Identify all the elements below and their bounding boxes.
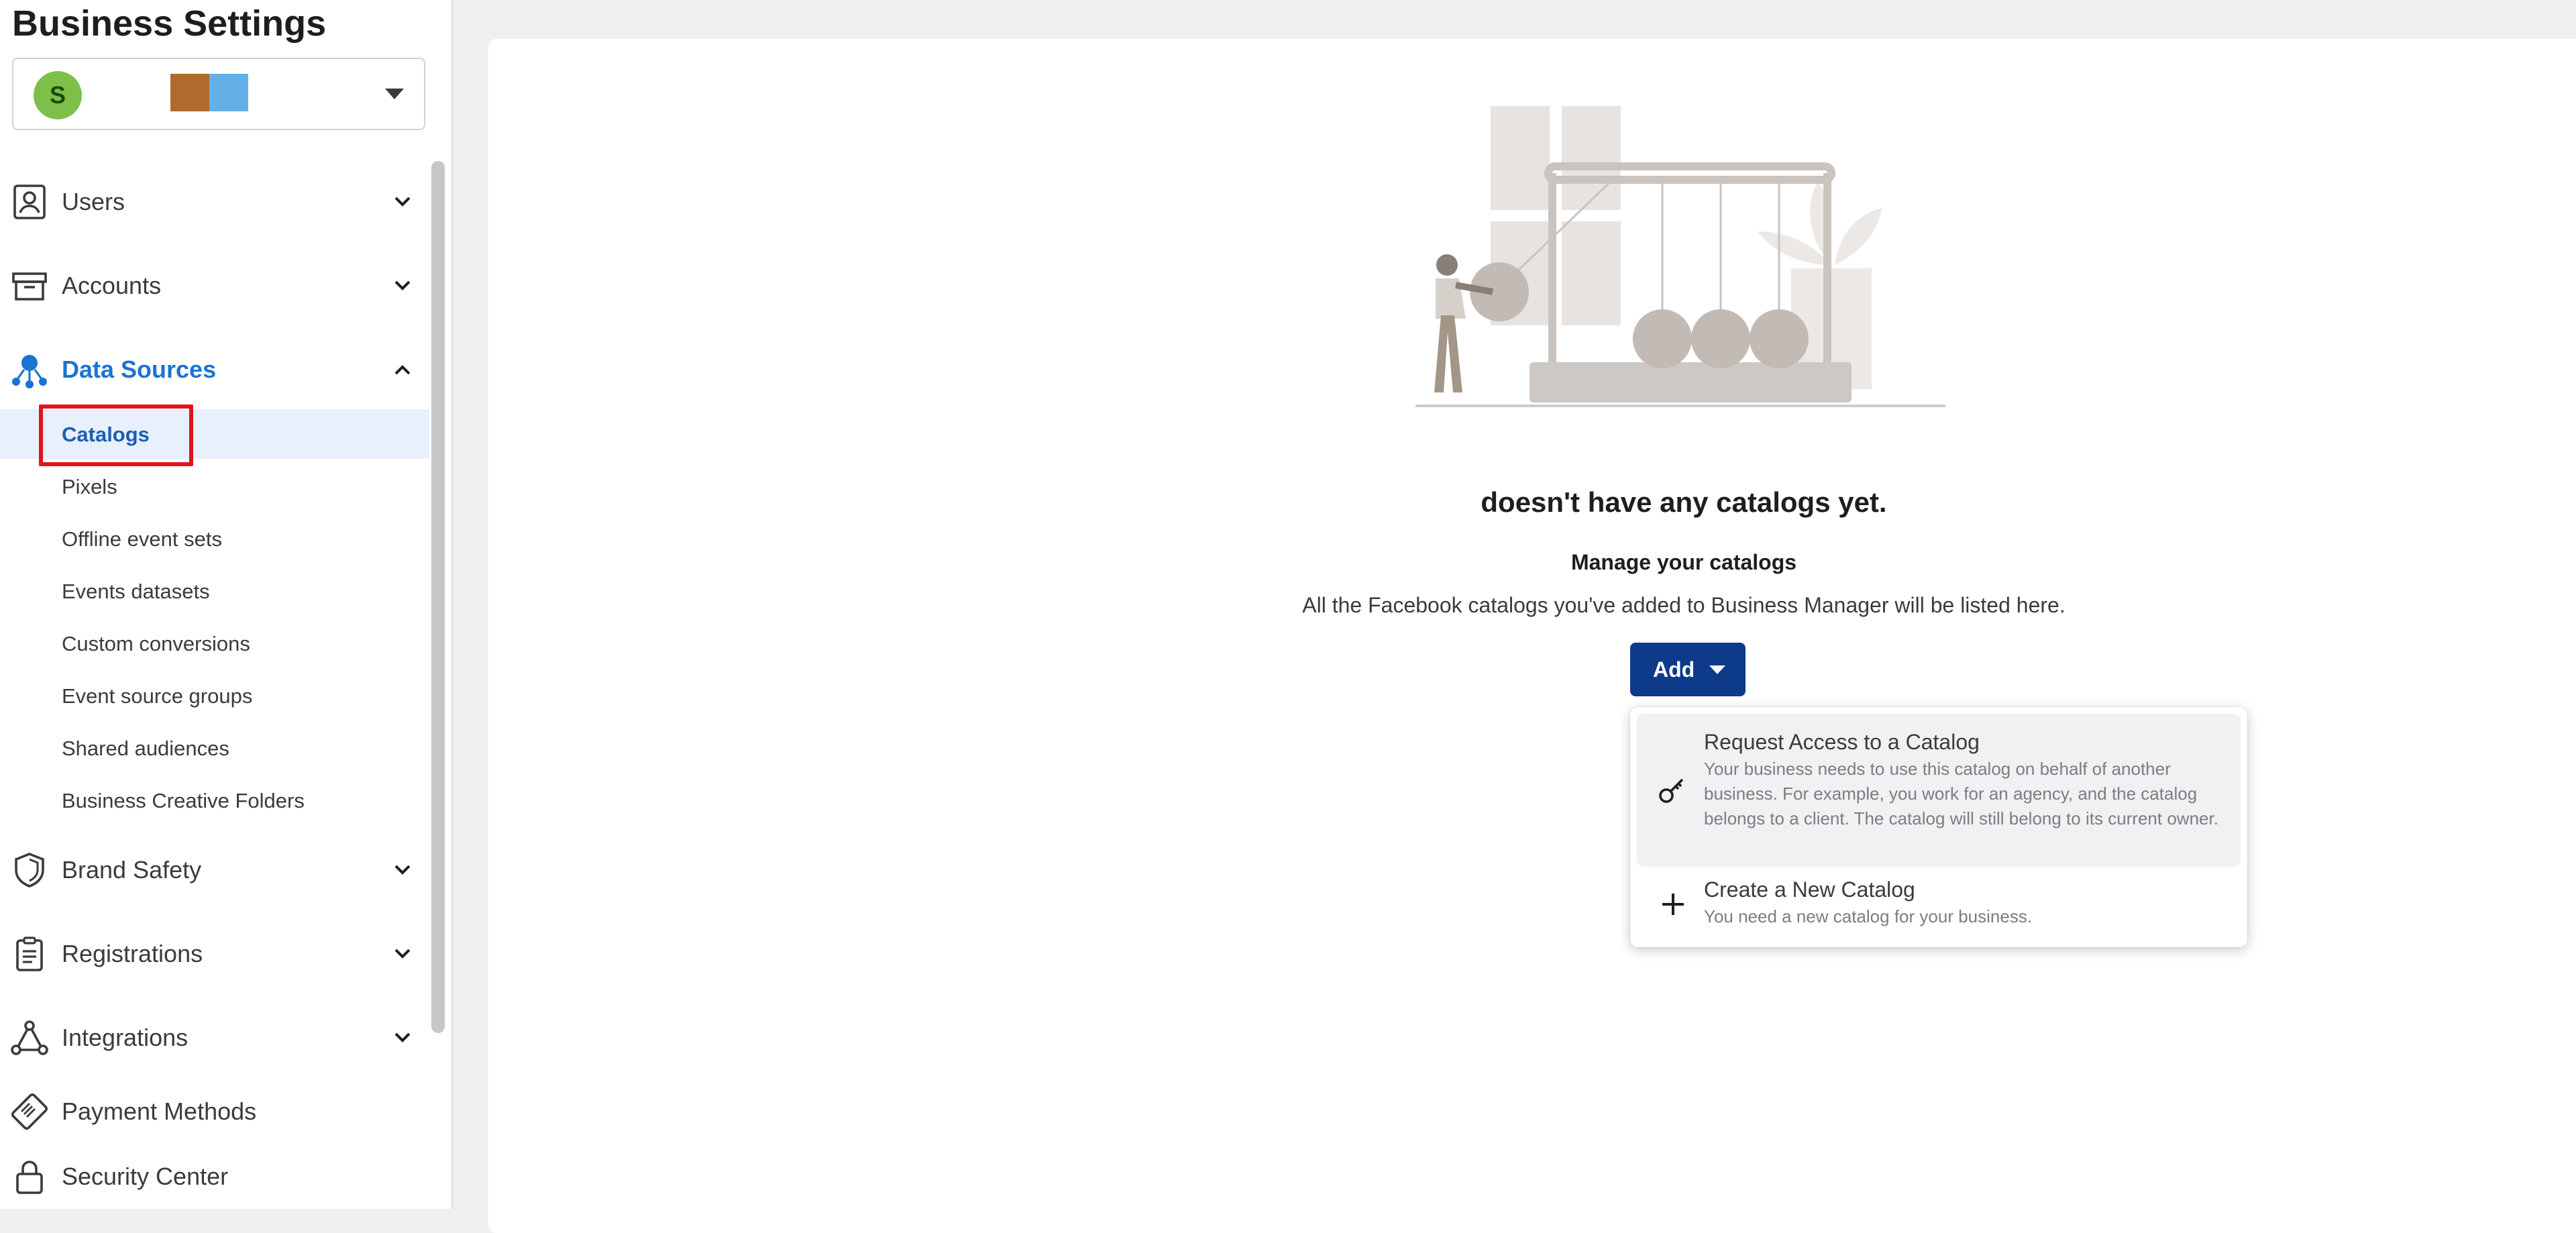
archive-box-icon bbox=[12, 272, 47, 301]
sidebar-item-label: Users bbox=[62, 188, 125, 215]
shield-icon bbox=[15, 853, 44, 888]
sidebar-item-integrations[interactable]: Integrations bbox=[0, 1004, 429, 1071]
menu-item-description: You need a new catalog for your business… bbox=[1704, 906, 2033, 926]
empty-state-illustration bbox=[1415, 106, 1945, 407]
sidebar-subitem-label: Business Creative Folders bbox=[62, 789, 305, 812]
sidebar-subitem-shared-audiences[interactable]: Shared audiences bbox=[0, 723, 429, 773]
key-icon bbox=[1659, 778, 1684, 803]
chevron-down-icon bbox=[394, 1032, 411, 1042]
add-button[interactable]: Add bbox=[1630, 643, 1746, 696]
sidebar-subitem-offline-event-sets[interactable]: Offline event sets bbox=[0, 514, 429, 564]
sidebar-item-data-sources[interactable]: Data Sources bbox=[0, 336, 429, 403]
menu-item-title: Request Access to a Catalog bbox=[1704, 730, 1980, 754]
business-logo bbox=[170, 74, 248, 111]
caret-down-icon bbox=[1709, 665, 1725, 674]
chevron-up-icon bbox=[394, 365, 411, 375]
sidebar-subitem-label: Offline event sets bbox=[62, 527, 222, 551]
sidebar-subitem-label: Shared audiences bbox=[62, 737, 229, 760]
sidebar-subitem-label: Custom conversions bbox=[62, 632, 250, 655]
chevron-down-icon bbox=[394, 865, 411, 875]
business-selector[interactable]: S bbox=[12, 58, 425, 130]
sidebar-item-label: Security Center bbox=[62, 1163, 229, 1190]
data-sources-icon bbox=[12, 355, 47, 388]
sidebar-item-label: Registrations bbox=[62, 940, 203, 967]
sidebar-item-label: Integrations bbox=[62, 1024, 189, 1051]
sidebar-item-security-center[interactable]: Security Center bbox=[0, 1143, 429, 1210]
chevron-down-icon bbox=[394, 197, 411, 207]
sidebar-subitem-event-source-groups[interactable]: Event source groups bbox=[0, 671, 429, 720]
sidebar-subitem-events-datasets[interactable]: Events datasets bbox=[0, 566, 429, 616]
add-dropdown-menu: Request Access to a Catalog Your busines… bbox=[1630, 707, 2247, 947]
sidebar-item-users[interactable]: Users bbox=[0, 168, 429, 235]
business-avatar: S bbox=[34, 71, 82, 119]
sidebar-item-label: Accounts bbox=[62, 272, 162, 299]
page-title: Business Settings bbox=[12, 3, 327, 44]
sidebar-item-label: Data Sources bbox=[62, 356, 217, 383]
sidebar-subitem-label: Pixels bbox=[62, 475, 117, 498]
integrations-icon bbox=[11, 1020, 48, 1055]
chevron-down-icon bbox=[394, 280, 411, 290]
sidebar-subitem-label: Event source groups bbox=[62, 684, 253, 708]
add-button-label: Add bbox=[1653, 657, 1695, 682]
sidebar-subitem-label: Events datasets bbox=[62, 580, 210, 603]
sidebar-item-accounts[interactable]: Accounts bbox=[0, 252, 429, 319]
menu-item-create-catalog[interactable]: Create a New Catalog You need a new cata… bbox=[1637, 868, 2241, 939]
menu-item-request-access[interactable]: Request Access to a Catalog Your busines… bbox=[1637, 714, 2241, 867]
credit-card-icon bbox=[11, 1093, 48, 1130]
empty-state-title: doesn't have any catalogs yet. bbox=[1481, 486, 1887, 518]
lock-icon bbox=[16, 1161, 43, 1194]
sidebar-subitem-business-creative-folders[interactable]: Business Creative Folders bbox=[0, 775, 429, 825]
sidebar-item-payment-methods[interactable]: Payment Methods bbox=[0, 1078, 429, 1145]
menu-item-title: Create a New Catalog bbox=[1704, 877, 1915, 902]
sidebar-item-label: Brand Safety bbox=[62, 856, 202, 883]
chevron-down-icon bbox=[394, 949, 411, 959]
sidebar: Business Settings S Users Accounts Data … bbox=[0, 0, 453, 1209]
sidebar-item-registrations[interactable]: Registrations bbox=[0, 920, 429, 987]
sidebar-scrollbar[interactable] bbox=[431, 161, 445, 1033]
empty-state-description: All the Facebook catalogs you've added t… bbox=[1302, 593, 2065, 617]
sidebar-item-label: Payment Methods bbox=[62, 1097, 257, 1125]
caret-down-icon bbox=[385, 89, 404, 99]
sidebar-subitem-custom-conversions[interactable]: Custom conversions bbox=[0, 619, 429, 668]
menu-item-description: Your business needs to use this catalog … bbox=[1704, 759, 2218, 828]
sidebar-subitem-pixels[interactable]: Pixels bbox=[0, 462, 429, 511]
empty-state-subtitle: Manage your catalogs bbox=[1570, 550, 1797, 574]
user-badge-icon bbox=[13, 184, 46, 219]
catalogs-highlight-box bbox=[39, 405, 193, 466]
plus-icon bbox=[1662, 894, 1684, 915]
sidebar-item-brand-safety[interactable]: Brand Safety bbox=[0, 837, 429, 904]
clipboard-icon bbox=[16, 936, 43, 971]
